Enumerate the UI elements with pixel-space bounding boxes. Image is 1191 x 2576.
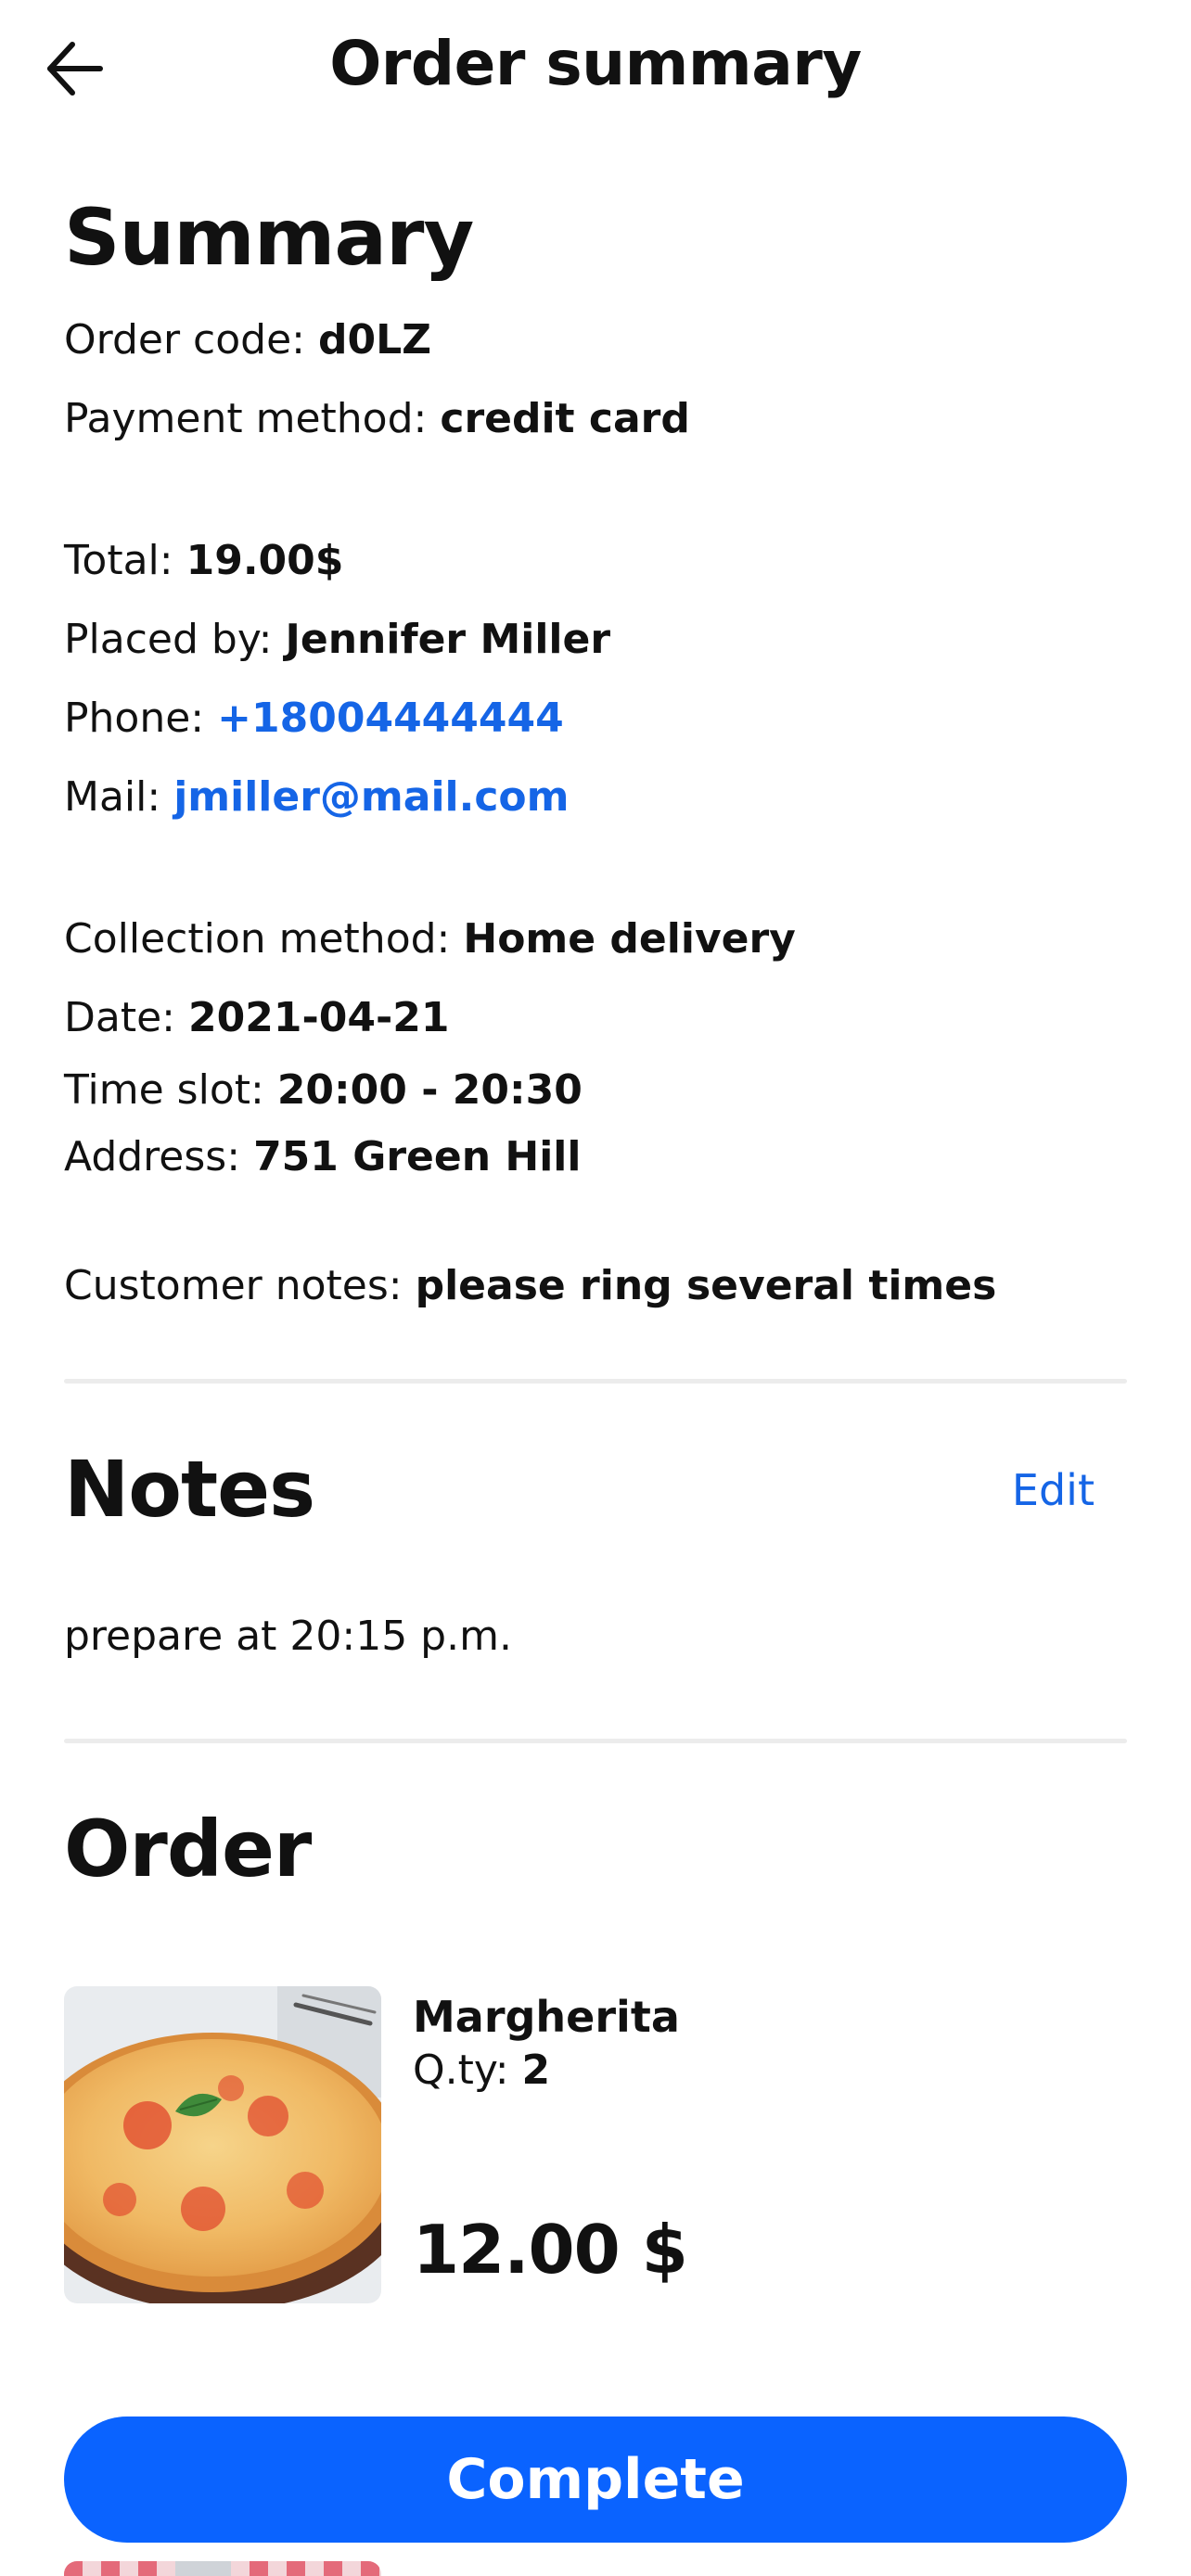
page-title: Order summary [329,28,862,99]
main-content: Summary Order code: d0LZ Payment method:… [64,192,1127,2304]
total-label: Total: [64,537,173,585]
time-slot-row: Time slot: 20:00 - 20:30 [64,1057,1127,1124]
edit-notes-button[interactable]: Edit [1012,1465,1095,1515]
order-summary-screen: Order summary Summary Order code: d0LZ P… [0,0,1191,2576]
notes-text: prepare at 20:15 p.m. [64,1612,512,1660]
notes-header: Notes Edit [64,1444,1127,1536]
quantity-label: Q.ty: [413,2047,509,2095]
item-quantity: Q.ty: 2 [413,2044,687,2098]
customer-notes-value: please ring several times [415,1262,997,1310]
order-item[interactable]: Margherita Q.ty: 2 12.00 $ [64,1986,1127,2304]
collection-method-row: Collection method: Home delivery [64,899,1127,978]
payment-method-value: credit card [440,395,690,443]
order-heading: Order [64,1803,312,1894]
address-row: Address: 751 Green Hill [64,1124,1127,1191]
total-row: Total: 19.00$ [64,521,1127,600]
time-slot-label: Time slot: [64,1066,264,1115]
date-value: 2021-04-21 [188,994,450,1042]
quantity-value: 2 [521,2047,551,2095]
total-value: 19.00$ [186,537,344,585]
summary-heading: Summary [64,192,474,283]
item-price: 12.00 $ [413,2211,688,2289]
collection-method-label: Collection method: [64,915,451,963]
complete-button[interactable]: Complete [64,2417,1127,2543]
phone-row: Phone: +18004444444 [64,679,1127,758]
collection-method-value: Home delivery [463,915,796,963]
order-code-value: d0LZ [317,316,432,364]
placed-by-value: Jennifer Miller [285,616,611,664]
pizza-photo [64,1986,381,2304]
phone-link[interactable]: +18004444444 [217,695,564,742]
placed-by-row: Placed by: Jennifer Miller [64,600,1127,679]
placed-by-label: Placed by: [64,616,273,664]
pizza-image [64,1986,381,2304]
payment-method-row: Payment method: credit card [64,379,1127,458]
order-code-row: Order code: d0LZ [64,300,1127,379]
next-item-image [64,2561,381,2576]
mail-row: Mail: jmiller@mail.com [64,758,1127,836]
top-bar: Order summary [0,0,1191,139]
item-name: Margherita [413,1992,680,2043]
customer-notes-row: Customer notes: please ring several time… [64,1246,1127,1325]
address-value: 751 Green Hill [253,1133,582,1181]
order-code-label: Order code: [64,316,305,364]
notes-heading: Notes [64,1444,315,1536]
date-label: Date: [64,994,175,1042]
time-slot-value: 20:00 - 20:30 [276,1066,583,1115]
mail-label: Mail: [64,773,161,822]
payment-method-label: Payment method: [64,395,428,443]
tablecloth-photo [64,2561,381,2576]
address-label: Address: [64,1133,241,1181]
mail-link[interactable]: jmiller@mail.com [173,773,569,821]
order-item-info: Margherita Q.ty: 2 12.00 $ [413,1986,688,2303]
phone-label: Phone: [64,695,205,743]
customer-notes-label: Customer notes: [64,1262,403,1310]
date-row: Date: 2021-04-21 [64,978,1127,1057]
